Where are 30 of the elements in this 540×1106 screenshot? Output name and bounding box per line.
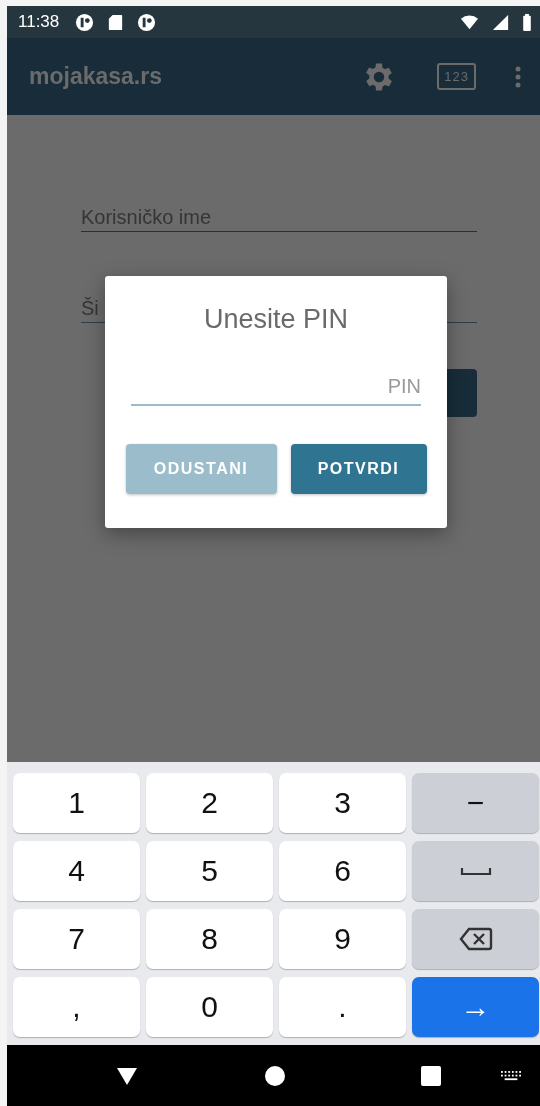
keyboard-key[interactable]: 5 [146,841,273,901]
signal-icon [491,12,510,32]
status-time: 11:38 [18,12,60,32]
keyboard-key[interactable]: 7 [13,909,140,969]
backspace-icon [458,926,493,952]
dialog-title: Unesite PIN [203,304,349,335]
enter-key[interactable]: → [412,977,539,1037]
recents-icon[interactable] [419,1064,443,1088]
keyboard-key[interactable]: 0 [146,977,273,1037]
battery-icon [522,12,532,32]
keyboard-key[interactable]: 2 [146,773,273,833]
more-options-icon[interactable] [514,64,522,89]
keyboard-key[interactable]: 4 [13,841,140,901]
space-bar-icon [459,865,492,877]
app-title: mojakasa.rs [29,63,162,90]
keyboard-key[interactable]: − [412,773,539,833]
keyboard-key[interactable]: 6 [279,841,406,901]
confirm-button[interactable]: POTVRDI [290,444,427,494]
keyboard-key[interactable]: 3 [279,773,406,833]
backspace-key[interactable] [412,909,539,969]
keyboard-key[interactable]: . [279,977,406,1037]
home-icon[interactable] [263,1064,287,1088]
keyboard-key[interactable]: 8 [146,909,273,969]
notification-icon [75,12,95,32]
keyboard-key[interactable]: , [13,977,140,1037]
notification-icon [137,12,157,32]
keyboard-icon[interactable] [501,1071,521,1082]
keyboard-key[interactable]: 9 [279,909,406,969]
pin-field[interactable]: PIN [131,371,421,406]
keyboard-key[interactable]: 1 [13,773,140,833]
